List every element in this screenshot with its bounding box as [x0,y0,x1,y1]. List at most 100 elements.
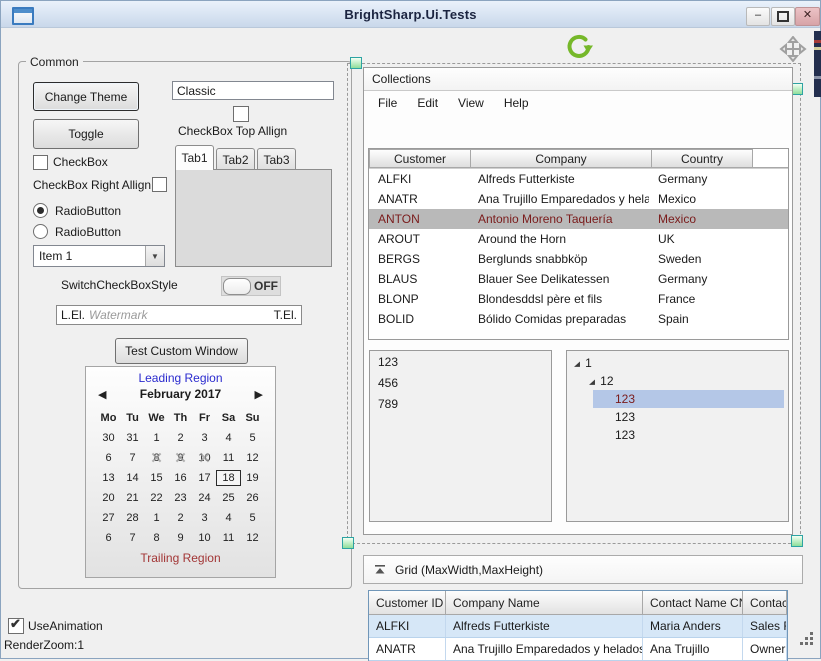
calendar-day[interactable]: 14 [121,468,145,488]
calendar-day[interactable]: 30 [97,428,121,448]
calendar-day[interactable]: 23 [169,488,193,508]
tree-leaf-item[interactable]: 123 [593,408,784,426]
move-handle-icon[interactable] [779,36,807,62]
calendar-day[interactable]: 12 [241,528,265,548]
selection-handle-top-left[interactable] [350,57,362,69]
menu-item-file[interactable]: File [370,94,405,112]
grid-expander-header[interactable]: Grid (MaxWidth,MaxHeight) [363,555,803,584]
calendar-day[interactable]: 9 [169,448,193,468]
table-row[interactable]: ANATRAna Trujillo Emparedados y heladosA… [369,638,787,661]
calendar-day[interactable]: 11 [217,528,241,548]
calendar-day[interactable]: 3 [193,428,217,448]
calendar-day[interactable]: 9 [169,528,193,548]
table-row[interactable]: BOLIDBólido Comidas preparadasSpain [369,309,788,329]
calendar-day[interactable]: 15 [145,468,169,488]
watermark-textbox[interactable]: L.El. Watermark T.El. [56,305,302,325]
table-row[interactable]: ALFKIAlfreds FutterkisteMaria AndersSale… [369,615,787,638]
checkbox-plain[interactable] [33,155,48,170]
calendar-day[interactable]: 25 [217,488,241,508]
menu-item-view[interactable]: View [450,94,492,112]
calendar-next-icon[interactable]: ▶ [255,388,263,401]
menu-item-help[interactable]: Help [496,94,537,112]
table-row[interactable]: BLONPBlondesddsl père et filsFrance [369,289,788,309]
selection-handle-bottom-left[interactable] [342,537,354,549]
grid2-col-contact-name-cn[interactable]: Contact Name CN [643,591,743,615]
chevron-down-icon[interactable]: ▼ [145,246,164,266]
calendar-day[interactable]: 20 [97,488,121,508]
calendar-day[interactable]: 22 [145,488,169,508]
grid-col-company[interactable]: Company [471,149,652,168]
calendar-day[interactable]: 10 [193,528,217,548]
use-animation-checkbox[interactable]: ✔ [8,618,24,634]
table-row[interactable]: BERGSBerglunds snabbköpSweden [369,249,788,269]
tab-tab3[interactable]: Tab3 [257,148,296,170]
tab-tab2[interactable]: Tab2 [216,148,255,170]
tab-tab1[interactable]: Tab1 [175,145,214,170]
calendar-prev-icon[interactable]: ◀ [98,388,106,401]
table-row[interactable]: ALFKIAlfreds FutterkisteGermany [369,169,788,189]
resize-grip[interactable] [799,631,814,645]
calendar-day[interactable]: 21 [121,488,145,508]
checkbox-top-align[interactable] [233,106,249,122]
calendar-day[interactable]: 3 [193,508,217,528]
grid-col-country[interactable]: Country [652,149,753,168]
calendar-day[interactable]: 2 [169,428,193,448]
list-item[interactable]: 789 [370,394,551,414]
calendar-day[interactable]: 4 [217,428,241,448]
calendar-day[interactable]: 6 [97,448,121,468]
switch-checkbox[interactable]: OFF [221,276,281,296]
calendar-day[interactable]: 10 [193,448,217,468]
calendar-day[interactable]: 17 [193,468,217,488]
calendar-day[interactable]: 13 [97,468,121,488]
calendar-day[interactable]: 2 [169,508,193,528]
calendar-day[interactable]: 1 [145,508,169,528]
tree-node-child[interactable]: ◢ 12 [567,372,788,390]
tree-expanded-icon[interactable]: ◢ [574,359,580,367]
table-row[interactable]: BLAUSBlauer See DelikatessenGermany [369,269,788,289]
calendar-day[interactable]: 4 [217,508,241,528]
calendar-day[interactable]: 8 [145,448,169,468]
list-item[interactable]: 456 [370,373,551,393]
tree-leaf-item[interactable]: 123 [593,426,784,444]
table-row[interactable]: AROUTAround the HornUK [369,229,788,249]
change-theme-button[interactable]: Change Theme [33,82,139,111]
calendar-day[interactable]: 24 [193,488,217,508]
calendar-day[interactable]: 16 [169,468,193,488]
selection-handle-bottom-right[interactable] [791,535,803,547]
list-item[interactable]: 123 [370,352,551,372]
calendar-day[interactable]: 18 [217,468,241,488]
calendar-day[interactable]: 28 [121,508,145,528]
grid-col-customer[interactable]: Customer [369,149,471,168]
radio-row-1[interactable]: RadioButton [33,203,121,218]
calendar-day[interactable]: 12 [241,448,265,468]
test-custom-window-button[interactable]: Test Custom Window [115,338,248,364]
switch-thumb[interactable] [223,278,251,295]
radio-row-2[interactable]: RadioButton [33,224,121,239]
rotate-handle-icon[interactable] [561,32,593,60]
minimize-button[interactable]: – [746,7,770,26]
maximize-button[interactable] [771,7,795,26]
close-button[interactable]: ✕ [795,7,820,26]
calendar-day[interactable]: 6 [97,528,121,548]
numbers-listbox[interactable]: 123456789 [369,350,552,522]
theme-input[interactable]: Classic [172,81,334,100]
menu-item-edit[interactable]: Edit [409,94,446,112]
tree-leaf-item[interactable]: 123 [593,390,784,408]
toggle-button[interactable]: Toggle [33,119,139,149]
grid2-col-company-name[interactable]: Company Name [446,591,643,615]
calendar-day[interactable]: 5 [241,508,265,528]
calendar-day[interactable]: 19 [241,468,265,488]
tree-expanded-icon[interactable]: ◢ [589,377,595,385]
calendar-day[interactable]: 7 [121,528,145,548]
calendar-day[interactable]: 31 [121,428,145,448]
grid2-col-contact[interactable]: Contact [743,591,787,615]
calendar-day[interactable]: 7 [121,448,145,468]
calendar-day[interactable]: 8 [145,528,169,548]
calendar-day[interactable]: 1 [145,428,169,448]
tree-node-root[interactable]: ◢ 1 [567,354,788,372]
table-row[interactable]: ANATRAna Trujillo Emparedados y helaMexi… [369,189,788,209]
calendar-month-label[interactable]: February 2017 [106,387,254,401]
checkbox-right-align[interactable] [152,177,167,192]
table-row[interactable]: ANTONAntonio Moreno TaqueríaMexico [369,209,788,229]
treeview[interactable]: ◢ 1 ◢ 12 123123123 [566,350,789,522]
